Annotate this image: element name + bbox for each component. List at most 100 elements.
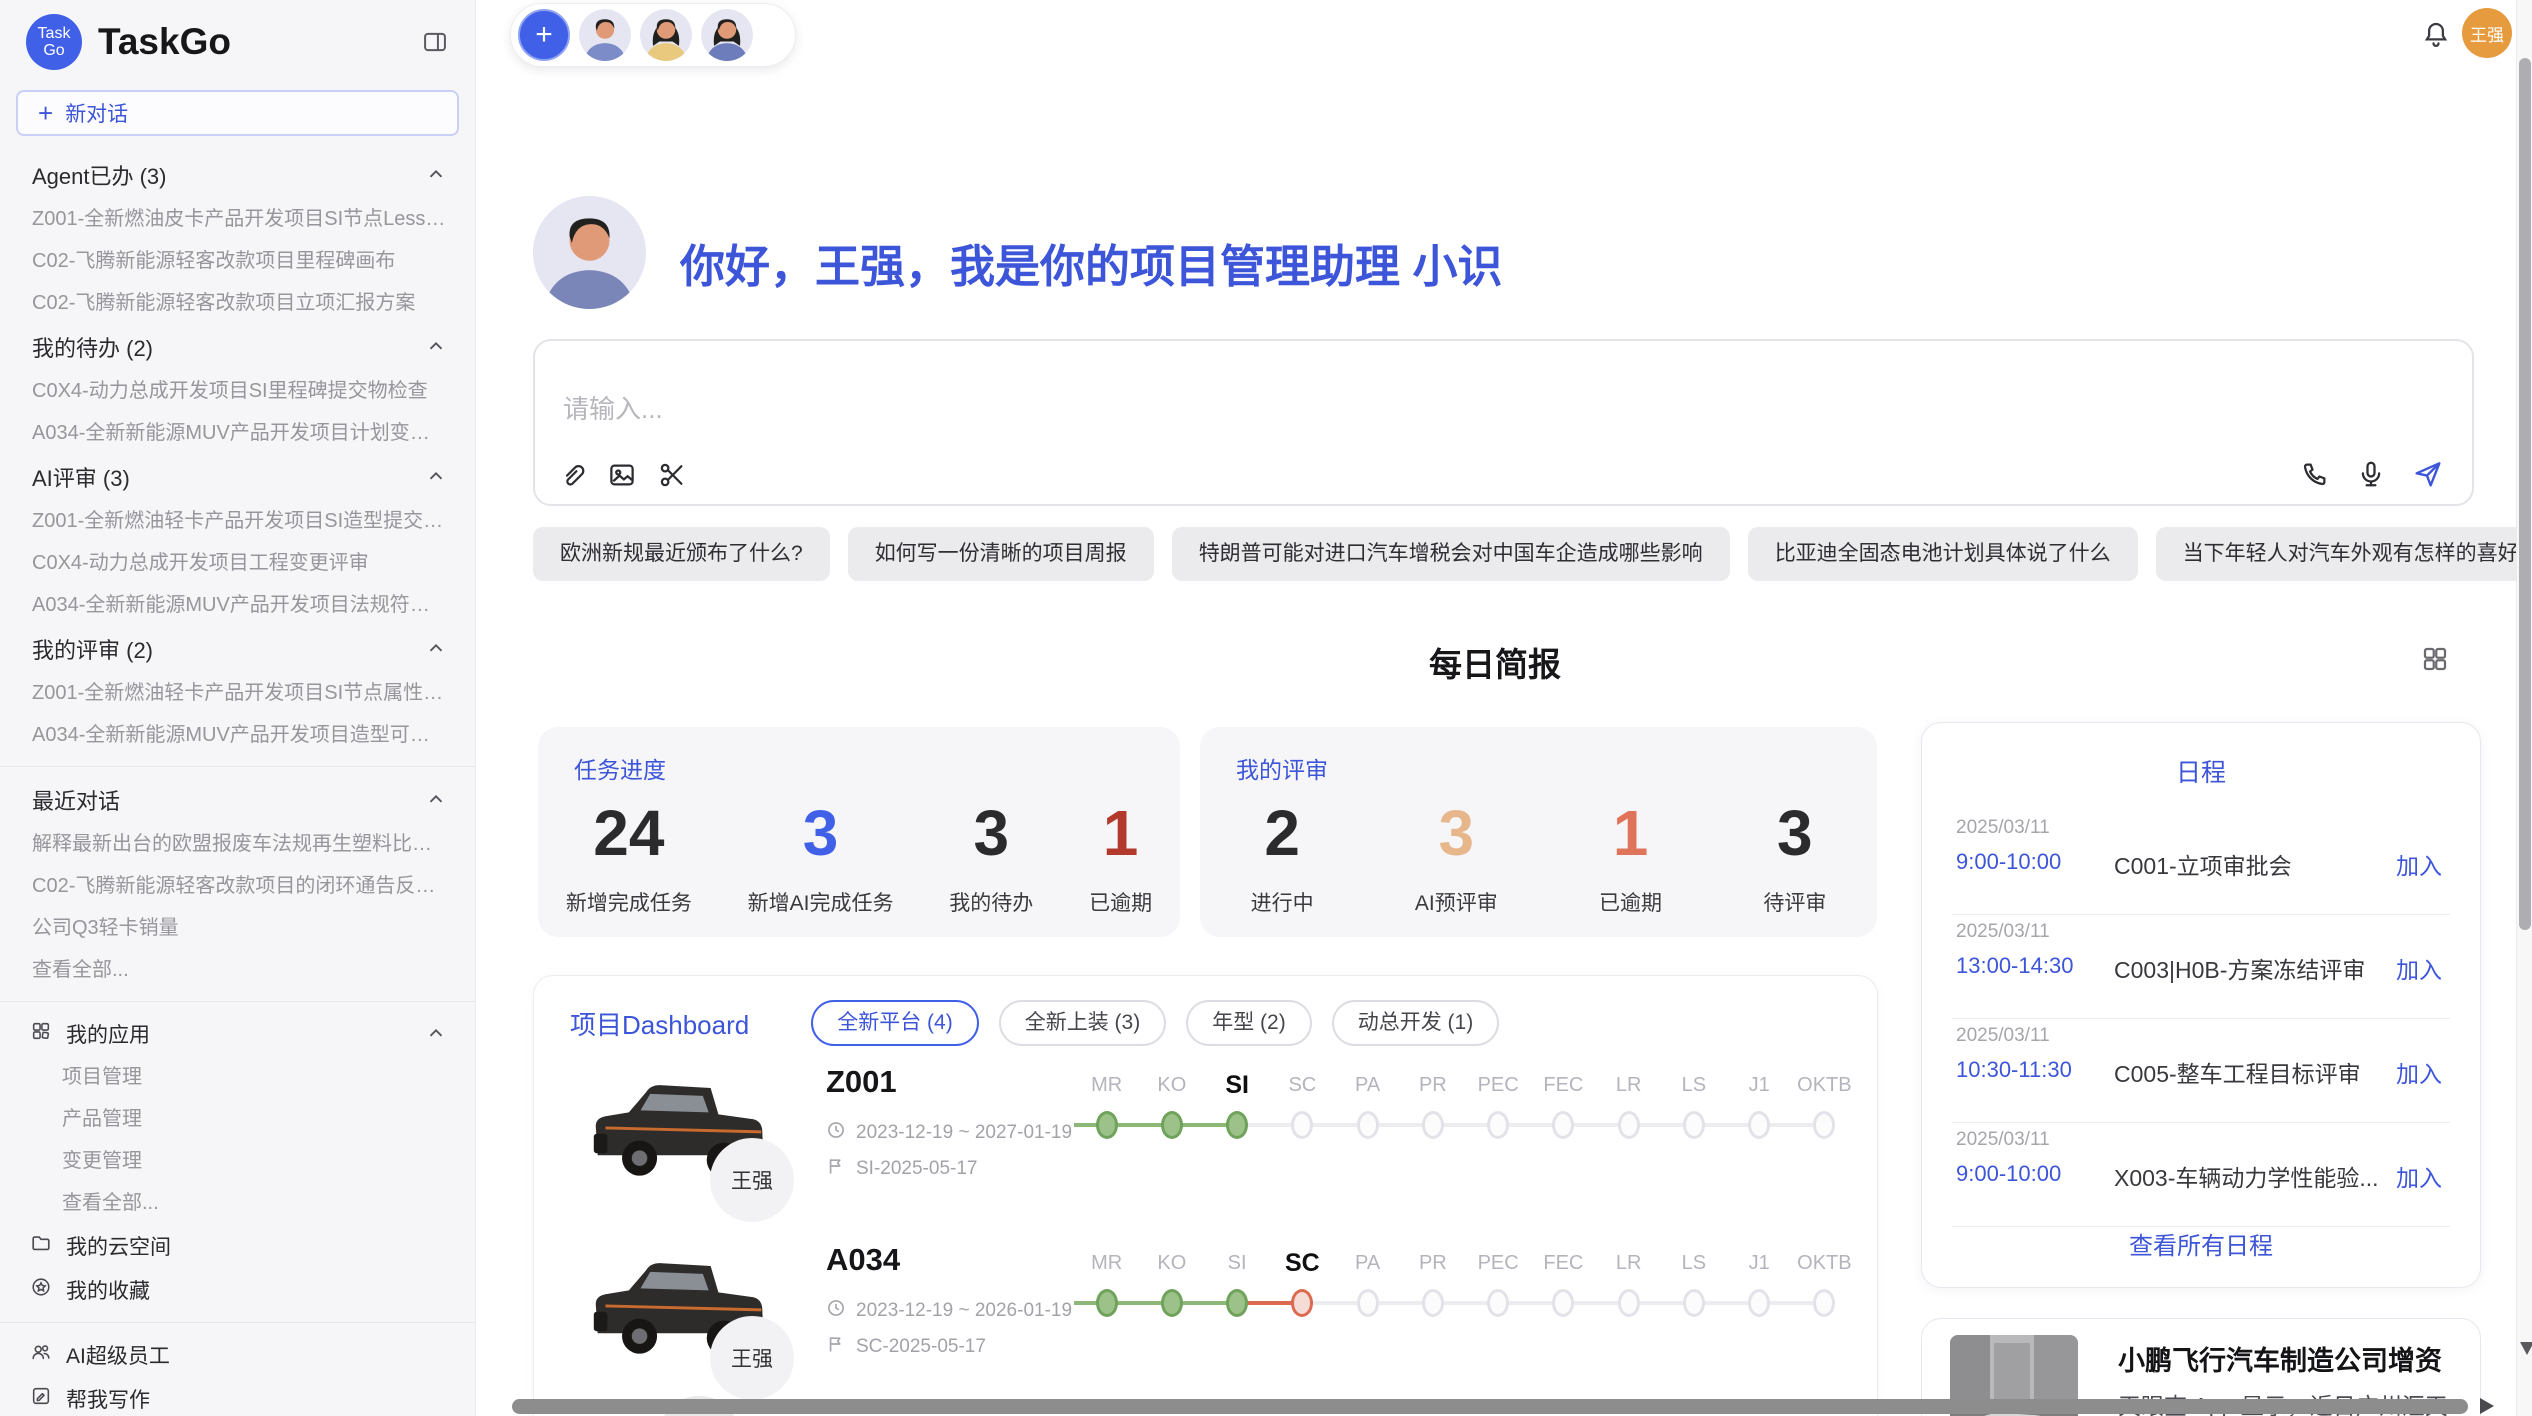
sidebar-task-item[interactable]: Z001-全新燃油轻卡产品开发项目SI节点属性5D文件评审 <box>0 672 475 714</box>
milestone-label: PR <box>1400 1244 1465 1282</box>
scroll-right-arrow[interactable] <box>2480 1398 2494 1414</box>
stat-row: 2进行中3AI预评审1已逾期3待评审 <box>1200 799 1877 917</box>
schedule-time: 9:00-10:00 <box>1956 849 2061 875</box>
user-avatar[interactable]: 王强 <box>2462 8 2512 58</box>
suggestion-chip[interactable]: 比亚迪全固态电池计划具体说了什么 <box>1748 527 2138 581</box>
message-input[interactable] <box>561 393 2065 426</box>
schedule-item[interactable]: 2025/03/119:00-10:00C001-立项审批会加入 <box>1922 811 2480 915</box>
vertical-scrollbar-thumb[interactable] <box>2519 58 2531 930</box>
sidebar-app-item[interactable]: 项目管理 <box>0 1056 475 1098</box>
schedule-item[interactable]: 2025/03/119:00-10:00X003-车辆动力学性能验...加入 <box>1922 1123 2480 1227</box>
sidebar-task-item[interactable]: A034-全新新能源MUV产品开发项目法规符合性评审 <box>0 584 475 626</box>
milestone-label: PEC <box>1466 1066 1531 1104</box>
flag-icon <box>826 1334 846 1360</box>
milestone-col <box>1727 1104 1792 1146</box>
notification-bell-icon[interactable] <box>2421 19 2451 49</box>
sidebar-app-item[interactable]: 变更管理 <box>0 1140 475 1182</box>
sidebar-item-favorites[interactable]: 我的收藏 <box>0 1268 475 1312</box>
sidebar-section-header[interactable]: AI评审 (3) <box>0 454 475 500</box>
join-meeting-link[interactable]: 加入 <box>2396 847 2442 881</box>
milestone-node <box>1531 1282 1596 1324</box>
microphone-icon[interactable] <box>2356 459 2386 489</box>
join-meeting-link[interactable]: 加入 <box>2396 951 2442 985</box>
sidebar-item-cloud-space[interactable]: 我的云空间 <box>0 1224 475 1268</box>
daily-briefing-title: 每日简报 <box>510 638 2480 686</box>
schedule-date: 2025/03/11 <box>1956 817 2050 839</box>
project-row[interactable]: 王强Z0012023-12-19 ~ 2027-01-19SI-2025-05-… <box>534 1058 1877 1233</box>
sidebar-section-header[interactable]: 我的待办 (2) <box>0 324 475 370</box>
message-composer[interactable] <box>533 339 2474 506</box>
schedule-item[interactable]: 2025/03/1113:00-14:30C003|H0B-方案冻结评审加入 <box>1922 915 2480 1019</box>
dashboard-filter-tab[interactable]: 年型 (2) <box>1186 1000 1312 1046</box>
suggestion-chip[interactable]: 如何写一份清晰的项目周报 <box>848 527 1154 581</box>
milestone-col: J1 <box>1727 1066 1792 1104</box>
scroll-down-arrow[interactable] <box>2520 1342 2532 1355</box>
sidebar-section-header[interactable]: Agent已办 (3) <box>0 152 475 198</box>
chevron-up-icon[interactable] <box>425 638 447 660</box>
chevron-up-icon[interactable] <box>425 164 447 186</box>
stat-item: 3新增AI完成任务 <box>748 799 894 917</box>
voice-call-icon[interactable] <box>2300 459 2330 489</box>
sidebar-item-my-apps[interactable]: 我的应用 <box>0 1012 475 1056</box>
agent-avatar[interactable] <box>701 9 753 61</box>
clock-icon <box>826 1298 846 1324</box>
agent-avatar[interactable] <box>640 9 692 61</box>
sidebar-task-item[interactable]: C02-飞腾新能源轻客改款项目立项汇报方案 <box>0 282 475 324</box>
dashboard-filter-tab[interactable]: 动总开发 (1) <box>1332 1000 1500 1046</box>
schedule-item[interactable]: 2025/03/1110:30-11:30C005-整车工程目标评审加入 <box>1922 1019 2480 1123</box>
suggestion-chip[interactable]: 欧洲新规最近颁布了什么? <box>533 527 830 581</box>
sidebar-app-item[interactable]: 查看全部... <box>0 1182 475 1224</box>
sidebar-task-item[interactable]: C02-飞腾新能源轻客改款项目里程碑画布 <box>0 240 475 282</box>
project-flag-milestone: SC-2025-05-17 <box>826 1334 986 1360</box>
stat-label-text: 待评审 <box>1763 887 1826 917</box>
view-all-schedule-link[interactable]: 查看所有日程 <box>1922 1226 2480 1261</box>
add-agent-button[interactable]: + <box>518 9 570 61</box>
briefing-card: 我的评审2进行中3AI预评审1已逾期3待评审 <box>1200 727 1877 937</box>
sidebar-section-header[interactable]: 我的评审 (2) <box>0 626 475 672</box>
chevron-up-icon[interactable] <box>425 789 447 811</box>
join-meeting-link[interactable]: 加入 <box>2396 1055 2442 1089</box>
sidebar-task-item[interactable]: C0X4-动力总成开发项目SI里程碑提交物检查 <box>0 370 475 412</box>
chevron-up-icon[interactable] <box>425 1023 447 1045</box>
chevron-up-icon[interactable] <box>425 336 447 358</box>
join-meeting-link[interactable]: 加入 <box>2396 1159 2442 1193</box>
sidebar-app-item[interactable]: 产品管理 <box>0 1098 475 1140</box>
stat-value: 1 <box>1599 799 1662 867</box>
sidebar-chat-item[interactable]: 公司Q3轻卡销量 <box>0 907 475 949</box>
sidebar-task-item[interactable]: Z001-全新燃油皮卡产品开发项目SI节点Lesson Learn报告 <box>0 198 475 240</box>
briefing-layout-grid-icon[interactable] <box>2420 644 2450 674</box>
dashboard-filter-tab[interactable]: 全新平台 (4) <box>811 1000 979 1046</box>
chevron-up-icon[interactable] <box>425 466 447 488</box>
stat-label-text: AI预评审 <box>1415 887 1498 917</box>
milestone-label: LR <box>1596 1066 1661 1104</box>
new-chat-button[interactable]: + 新对话 <box>16 90 459 136</box>
sidebar-task-item[interactable]: A034-全新新能源MUV产品开发项目造型可行性评审 <box>0 714 475 756</box>
agent-avatar[interactable] <box>579 9 631 61</box>
sidebar-chat-item[interactable]: 解释最新出台的欧盟报废车法规再生塑料比例被调至15%... <box>0 823 475 865</box>
sidebar-item-help-me-write[interactable]: 帮我写作 <box>0 1377 475 1416</box>
dashboard-filter-tab[interactable]: 全新上装 (3) <box>999 1000 1167 1046</box>
suggestion-chip[interactable]: 特朗普可能对进口汽车增税会对中国车企造成哪些影响 <box>1172 527 1730 581</box>
sidebar-chat-item[interactable]: 查看全部... <box>0 949 475 991</box>
milestone-label: OKTB <box>1792 1244 1857 1282</box>
sidebar-section-header[interactable]: 最近对话 <box>0 777 475 823</box>
attachment-icon[interactable] <box>557 460 587 490</box>
milestone-label: LR <box>1596 1244 1661 1282</box>
sidebar-task-item[interactable]: C0X4-动力总成开发项目工程变更评审 <box>0 542 475 584</box>
suggestion-chip[interactable]: 当下年轻人对汽车外观有怎样的喜好趋势 <box>2156 527 2532 581</box>
sidebar-chat-item[interactable]: C02-飞腾新能源轻客改款项目的闭环通告反馈情况 <box>0 865 475 907</box>
sidebar-item-ai-super-staff[interactable]: AI超级员工 <box>0 1333 475 1377</box>
send-icon[interactable] <box>2412 458 2444 490</box>
milestone-col: PR <box>1400 1244 1465 1282</box>
horizontal-scrollbar-thumb[interactable] <box>512 1399 2468 1414</box>
screenshot-scissors-icon[interactable] <box>657 460 687 490</box>
milestone-dot <box>1096 1289 1118 1317</box>
sidebar-task-item[interactable]: Z001-全新燃油轻卡产品开发项目SI造型提交物评审 <box>0 500 475 542</box>
stat-label-text: 已逾期 <box>1599 887 1662 917</box>
milestone-label: PEC <box>1466 1244 1531 1282</box>
sidebar-collapse-icon[interactable] <box>421 28 449 56</box>
project-date-range: 2023-12-19 ~ 2026-01-19 <box>826 1298 1072 1324</box>
sidebar-task-item[interactable]: A034-全新新能源MUV产品开发项目计划变更表编写 <box>0 412 475 454</box>
project-row[interactable]: 王强A0342023-12-19 ~ 2026-01-19SC-2025-05-… <box>534 1236 1877 1411</box>
image-upload-icon[interactable] <box>607 460 637 490</box>
